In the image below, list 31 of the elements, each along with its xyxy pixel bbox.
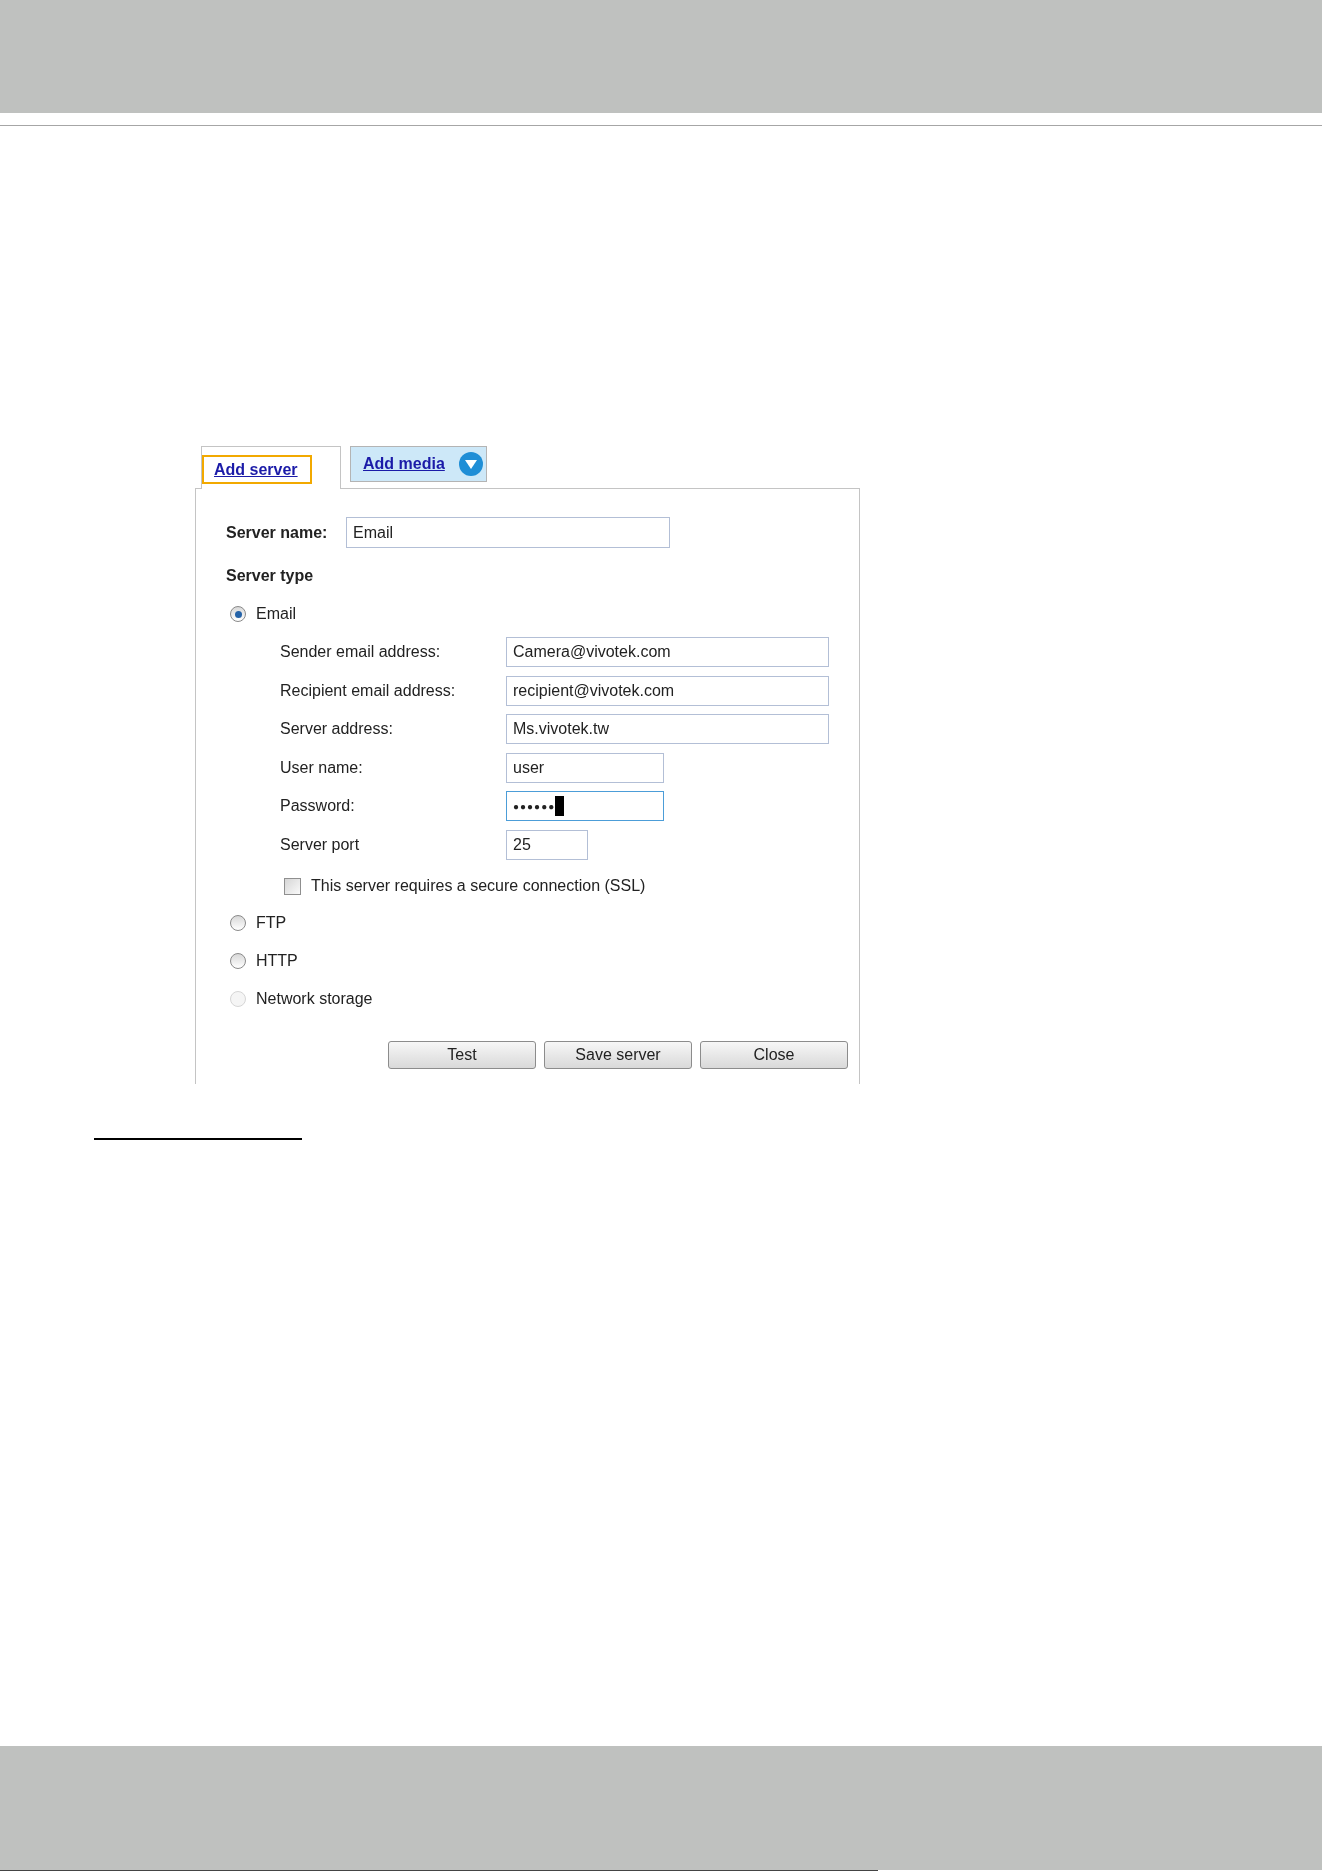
test-button[interactable]: Test (388, 1040, 536, 1069)
sender-email-field[interactable]: Camera@vivotek.com (506, 637, 829, 667)
recipient-email-field[interactable]: recipient@vivotek.com (506, 675, 829, 706)
radio-label: FTP (256, 912, 287, 933)
field-label: Recipient email address: (280, 680, 457, 701)
server-port-field[interactable]: 25 (506, 829, 588, 860)
radio-label: Network storage (256, 988, 373, 1009)
checkbox[interactable] (284, 877, 301, 895)
save-button[interactable]: Save server (544, 1040, 692, 1069)
dropdown-icon[interactable] (458, 452, 483, 476)
field-label: Server name: (226, 522, 329, 543)
radio-button[interactable] (230, 952, 246, 969)
radio-button[interactable] (230, 606, 246, 622)
user-name-field[interactable]: user (506, 752, 664, 783)
password-field[interactable]: ●●●●●● (506, 791, 664, 822)
checkbox-label: This server requires a secure connection (SSL) (311, 876, 646, 897)
section-heading: Server type (226, 566, 314, 586)
field-label: Server address: (280, 719, 394, 740)
server-address-field[interactable]: Ms.vivotek.tw (506, 714, 829, 745)
field-label: Server port (280, 834, 361, 855)
radio-button[interactable] (230, 914, 246, 931)
field-label: Sender email address: (280, 642, 442, 662)
radio-label: Email (256, 604, 296, 624)
field-label: User name: (280, 757, 364, 778)
tab[interactable]: Add server (201, 446, 341, 489)
server-name-field[interactable]: Email (346, 517, 670, 548)
field-label: Password: (280, 796, 356, 817)
text-cursor-icon (555, 796, 565, 817)
radio-label: HTTP (256, 950, 298, 971)
tab[interactable]: Add media (350, 446, 487, 482)
close-button[interactable]: Close (700, 1040, 848, 1069)
